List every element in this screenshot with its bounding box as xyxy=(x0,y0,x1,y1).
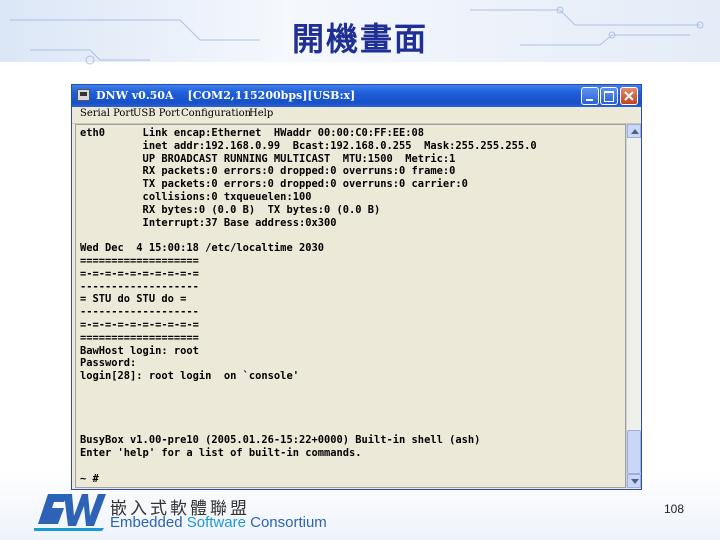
terminal-line: =================== xyxy=(80,331,199,344)
terminal-line: eth0 Link encap:Ethernet HWaddr 00:00:C0… xyxy=(80,127,425,139)
terminal-line: =-=-=-=-=-=-=-=-=-= xyxy=(80,267,199,280)
terminal-line: RX packets:0 errors:0 dropped:0 overruns… xyxy=(80,165,456,178)
menu-help[interactable]: Help xyxy=(249,108,273,119)
terminal-line: TX packets:0 errors:0 dropped:0 overruns… xyxy=(80,178,468,191)
terminal-line: ~ # xyxy=(80,472,99,485)
terminal-line: =-=-=-=-=-=-=-=-=-= xyxy=(80,319,199,331)
slide-title: 開機畫面 xyxy=(291,20,428,58)
terminal-output[interactable]: eth0 Link encap:Ethernet HWaddr 00:00:C0… xyxy=(75,124,626,488)
app-icon[interactable] xyxy=(77,89,90,101)
terminal-line: inet addr:192.168.0.99 Bcast:192.168.0.2… xyxy=(80,139,537,152)
scroll-up-button[interactable] xyxy=(627,124,641,138)
terminal-line: = STU do STU do = xyxy=(80,293,187,306)
menu-usb-port[interactable]: USB Port xyxy=(133,108,180,119)
terminal-line: Password: xyxy=(80,357,137,370)
terminal-line: Wed Dec 4 15:00:18 /etc/localtime 2030 xyxy=(80,242,324,255)
terminal-line: login[28]: root login on `console' xyxy=(80,370,299,383)
menu-serial-port[interactable]: Serial Port xyxy=(80,108,134,119)
arrow-down-icon xyxy=(631,479,639,484)
terminal-line: ------------------- xyxy=(80,280,199,293)
terminal-line: collisions:0 txqueuelen:100 xyxy=(80,191,312,203)
terminal-line: UP BROADCAST RUNNING MULTICAST MTU:1500 … xyxy=(80,152,456,165)
terminal-line: BawHost login: root xyxy=(80,344,199,357)
terminal-line: ------------------- xyxy=(80,306,199,319)
close-button[interactable] xyxy=(620,87,638,105)
terminal-line: RX bytes:0 (0.0 B) TX bytes:0 (0.0 B) xyxy=(80,203,381,216)
window-title: DNW v0.50A [COM2,115200bps][USB:x] xyxy=(96,89,356,102)
page-number: 108 xyxy=(664,502,685,516)
vertical-scrollbar[interactable] xyxy=(626,124,641,488)
arrow-up-icon xyxy=(631,129,639,134)
sw-logo-icon xyxy=(34,494,106,531)
logo-english-text: Embedded Software Consortium xyxy=(110,514,327,531)
dnw-window: DNW v0.50A [COM2,115200bps][USB:x] Serial… xyxy=(71,84,642,490)
menu-configuration[interactable]: Configuration xyxy=(181,108,251,119)
menu-bar: Serial Port USB Port Configuration Help xyxy=(72,107,641,124)
terminal-line: BusyBox v1.00-pre10 (2005.01.26-15:22+00… xyxy=(80,434,481,447)
window-titlebar[interactable]: DNW v0.50A [COM2,115200bps][USB:x] xyxy=(72,85,641,107)
terminal-line: =================== xyxy=(80,255,199,267)
terminal-line: Interrupt:37 Base address:0x300 xyxy=(80,216,337,229)
close-icon xyxy=(624,91,634,101)
minimize-button[interactable] xyxy=(581,87,599,105)
scrollbar-thumb[interactable] xyxy=(627,430,641,474)
terminal-line: Enter 'help' for a list of built-in comm… xyxy=(80,447,362,459)
maximize-button[interactable] xyxy=(600,87,618,105)
scroll-down-button[interactable] xyxy=(627,474,641,488)
